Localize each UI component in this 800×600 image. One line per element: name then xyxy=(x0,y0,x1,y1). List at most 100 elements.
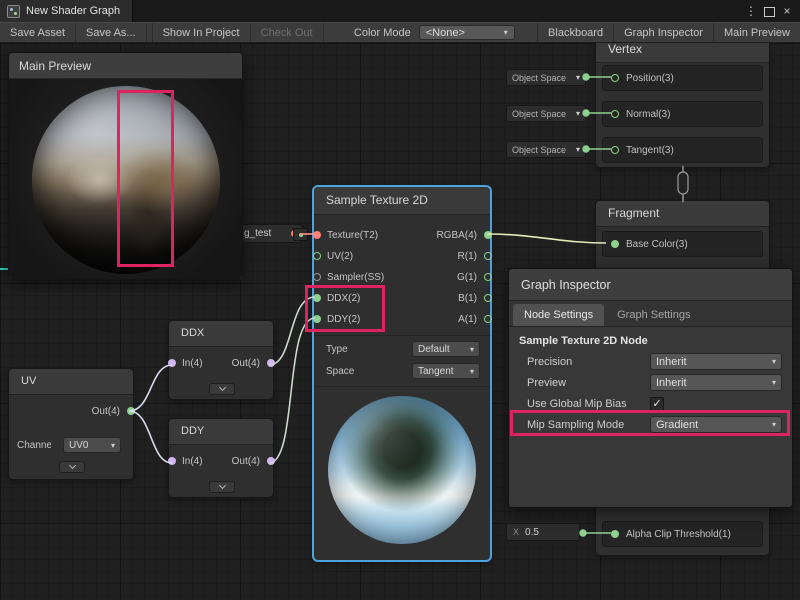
uv-collapse-button[interactable] xyxy=(59,461,85,473)
port-row: DDX(2) B(1) xyxy=(314,288,490,309)
tab-graph-settings[interactable]: Graph Settings xyxy=(606,304,701,326)
graph-inspector-panel[interactable]: Graph Inspector Node Settings Graph Sett… xyxy=(508,268,793,508)
save-asset-button[interactable]: Save Asset xyxy=(0,23,76,42)
preview-value: Inherit xyxy=(656,377,687,389)
ddy-out-label: Out(4) xyxy=(232,456,260,467)
tab-node-settings[interactable]: Node Settings xyxy=(513,304,604,326)
ddy-input-port[interactable] xyxy=(313,315,321,323)
ddx-out-label: Out(4) xyxy=(232,358,260,369)
base-color-row[interactable]: Base Color(3) xyxy=(602,231,763,257)
a-output-label: A(1) xyxy=(458,314,477,325)
chevron-down-icon: ▾ xyxy=(576,145,580,154)
alpha-threshold-value-field[interactable]: X 0.5 xyxy=(506,523,580,541)
alpha-clip-row[interactable]: Alpha Clip Threshold(1) xyxy=(602,521,763,547)
show-in-project-button[interactable]: Show In Project xyxy=(153,23,251,42)
main-preview-title[interactable]: Main Preview xyxy=(9,53,242,79)
texture-input-port[interactable] xyxy=(313,231,321,239)
uv-node[interactable]: UV Out(4) Channel UV0 ▾ xyxy=(8,368,134,480)
mip-sampling-mode-label: Mip Sampling Mode xyxy=(527,419,650,431)
type-dropdown[interactable]: Default ▾ xyxy=(412,341,480,357)
mip-sampling-mode-dropdown[interactable]: Gradient ▾ xyxy=(650,416,782,433)
ddx-out-port[interactable] xyxy=(267,359,275,367)
sample-texture-2d-node[interactable]: Sample Texture 2D Texture(T2) RGBA(4) UV… xyxy=(313,186,491,561)
ddx-node-title[interactable]: DDX xyxy=(169,321,273,347)
graph-inspector-tabs: Node Settings Graph Settings xyxy=(509,301,792,327)
b-output-port[interactable] xyxy=(484,294,492,302)
type-label: Type xyxy=(326,344,348,355)
dot-icon xyxy=(299,233,303,237)
blackboard-toggle[interactable]: Blackboard xyxy=(537,23,613,42)
base-color-port[interactable] xyxy=(611,240,619,248)
normal-space-value: Object Space xyxy=(512,109,566,119)
chevron-down-icon: ▾ xyxy=(772,357,776,366)
normal-port[interactable] xyxy=(611,110,619,118)
uv-channel-dropdown[interactable]: UV0 ▾ xyxy=(63,437,121,453)
main-preview-toggle[interactable]: Main Preview xyxy=(713,23,800,42)
space-value: Tangent xyxy=(418,366,454,377)
tangent-space-value: Object Space xyxy=(512,145,566,155)
rgba-output-label: RGBA(4) xyxy=(436,230,477,241)
graph-inspector-title[interactable]: Graph Inspector xyxy=(509,269,792,301)
texture-preview-sphere xyxy=(328,396,476,544)
vertex-tangent-row[interactable]: Tangent(3) xyxy=(602,137,763,163)
ddy-in-label: In(4) xyxy=(182,456,203,467)
precision-dropdown[interactable]: Inherit ▾ xyxy=(650,353,782,370)
r-output-port[interactable] xyxy=(484,252,492,260)
ddx-collapse-button[interactable] xyxy=(209,383,235,395)
uv-node-title[interactable]: UV xyxy=(9,369,133,395)
precision-row: Precision Inherit ▾ xyxy=(509,351,792,372)
color-mode-dropdown[interactable]: <None> ▾ xyxy=(419,25,515,40)
main-preview-panel[interactable]: Main Preview xyxy=(8,52,243,280)
property-expand-button[interactable] xyxy=(293,228,308,241)
ddy-collapse-button[interactable] xyxy=(209,481,235,493)
uv-out-port[interactable] xyxy=(127,407,135,415)
position-label: Position(3) xyxy=(626,73,674,84)
chevron-down-icon: ▾ xyxy=(772,378,776,387)
preview-dropdown[interactable]: Inherit ▾ xyxy=(650,374,782,391)
tangent-space-dropdown[interactable]: Object Space ▾ xyxy=(506,141,586,158)
fragment-node-title[interactable]: Fragment xyxy=(596,201,769,227)
uv-input-port[interactable] xyxy=(313,252,321,260)
chevron-down-icon: ▾ xyxy=(576,73,580,82)
tangent-label: Tangent(3) xyxy=(626,145,674,156)
main-preview-sphere xyxy=(32,86,220,274)
ddx-node[interactable]: DDX In(4) Out(4) xyxy=(168,320,274,400)
ddy-out-port[interactable] xyxy=(267,457,275,465)
space-dropdown[interactable]: Tangent ▾ xyxy=(412,363,480,379)
window-tab[interactable]: New Shader Graph xyxy=(0,0,133,22)
ddy-input-label: DDY(2) xyxy=(327,314,360,325)
close-icon[interactable]: × xyxy=(779,0,795,22)
type-value: Default xyxy=(418,344,450,355)
menu-icon[interactable]: ⋮ xyxy=(743,0,759,22)
chevron-down-icon: ▾ xyxy=(504,28,508,37)
position-space-dropdown[interactable]: Object Space ▾ xyxy=(506,69,586,86)
vertex-position-row[interactable]: Position(3) xyxy=(602,65,763,91)
alpha-clip-port[interactable] xyxy=(611,530,619,538)
b-output-label: B(1) xyxy=(458,293,477,304)
vertex-node[interactable]: Vertex Position(3) Normal(3) Tangent(3) xyxy=(595,36,770,168)
tangent-port[interactable] xyxy=(611,146,619,154)
window-title: New Shader Graph xyxy=(26,5,120,17)
use-global-mip-bias-checkbox[interactable]: ✓ xyxy=(650,397,664,411)
a-output-port[interactable] xyxy=(484,315,492,323)
rgba-output-port[interactable] xyxy=(484,231,492,239)
ddy-node[interactable]: DDY In(4) Out(4) xyxy=(168,418,274,498)
ddx-in-port[interactable] xyxy=(168,359,176,367)
normal-space-dropdown[interactable]: Object Space ▾ xyxy=(506,105,586,122)
titlebar: New Shader Graph ⋮ × xyxy=(0,0,800,22)
vertex-normal-row[interactable]: Normal(3) xyxy=(602,101,763,127)
maximize-icon[interactable] xyxy=(761,0,777,22)
sampler-input-port[interactable] xyxy=(313,273,321,281)
g-output-port[interactable] xyxy=(484,273,492,281)
sample-node-title[interactable]: Sample Texture 2D xyxy=(314,187,490,215)
graph-inspector-toggle[interactable]: Graph Inspector xyxy=(613,23,713,42)
ddy-in-port[interactable] xyxy=(168,457,176,465)
position-port[interactable] xyxy=(611,74,619,82)
port-row: In(4) Out(4) xyxy=(169,451,273,472)
ddy-node-title[interactable]: DDY xyxy=(169,419,273,445)
ddx-input-port[interactable] xyxy=(313,294,321,302)
chevron-down-icon: ▾ xyxy=(576,109,580,118)
use-global-mip-bias-label: Use Global Mip Bias xyxy=(527,398,650,410)
save-as-button[interactable]: Save As... xyxy=(76,23,147,42)
window-controls: ⋮ × xyxy=(743,0,800,22)
